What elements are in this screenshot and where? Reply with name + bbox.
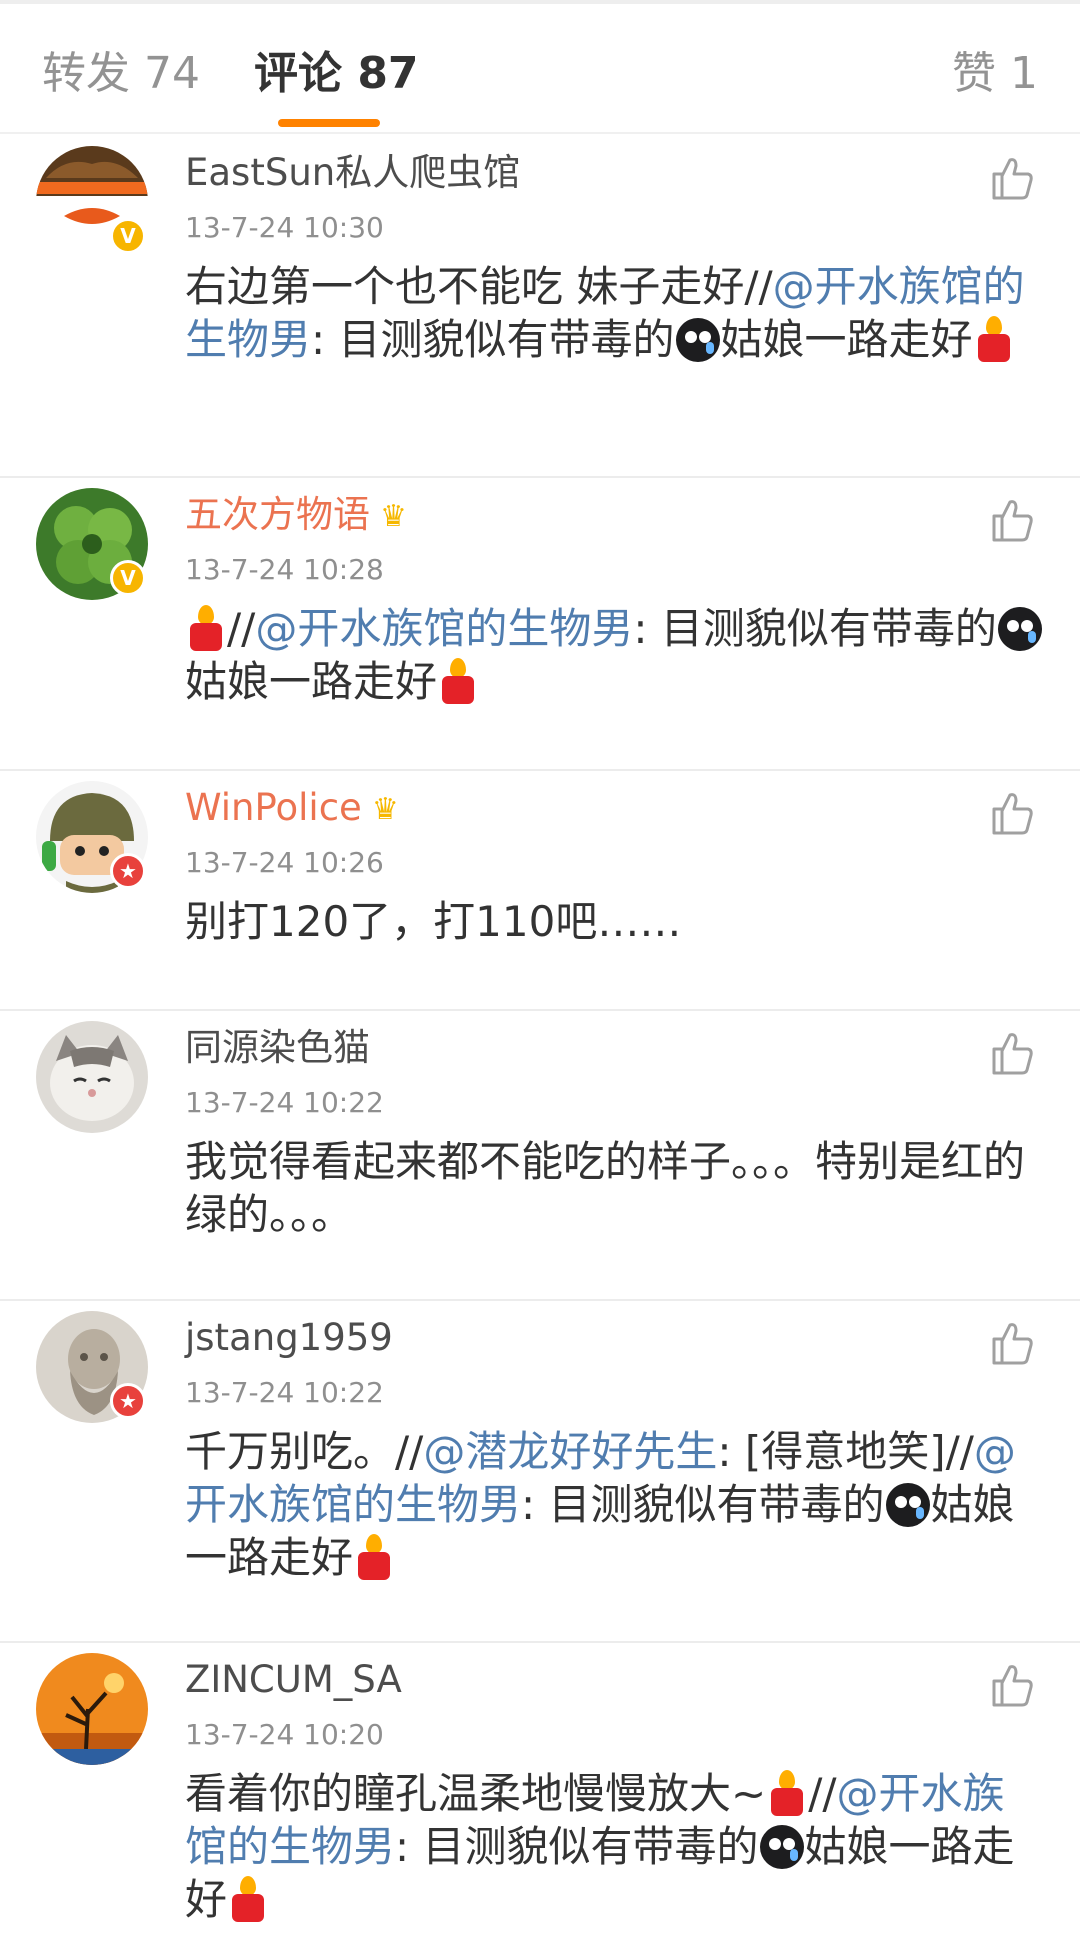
- comment-text: 别打120了，打110吧……: [185, 895, 1043, 948]
- comment-text: 我觉得看起来都不能吃的样子。。。特别是红的绿的。。。: [185, 1135, 1043, 1241]
- commenter-name[interactable]: ZINCUM_SA: [185, 1657, 402, 1703]
- comment-item: 同源染色猫 13-7-24 10:22 我觉得看起来都不能吃的样子。。。特别是红…: [0, 1011, 1080, 1301]
- comment-list: V EastSun私人爬虫馆 13-7-24 10:30 右边第一个也不能吃 妹…: [0, 136, 1080, 1938]
- avatar[interactable]: [36, 1021, 148, 1133]
- comment-time: 13-7-24 10:28: [185, 553, 384, 586]
- candle-icon: [186, 605, 226, 651]
- commenter-name-text: 五次方物语: [185, 493, 370, 536]
- thumbs-up-icon[interactable]: [988, 154, 1036, 202]
- crown-icon: ♛: [380, 498, 407, 534]
- comment-text-run: : 目测貌似有带毒的: [395, 1822, 759, 1871]
- thumbs-up-icon[interactable]: [988, 789, 1036, 837]
- comment-time: 13-7-24 10:26: [185, 846, 384, 879]
- comment-text-run: : [得意地笑]//: [717, 1427, 974, 1476]
- crying-face-icon: [885, 1483, 930, 1527]
- comment-item: ★ WinPolice ♛ 13-7-24 10:26 别打120了，打110吧……: [0, 771, 1080, 1011]
- tab-forward[interactable]: 转发 74: [42, 46, 200, 102]
- tab-comments[interactable]: 评论 87: [254, 46, 419, 102]
- red-badge-icon: ★: [110, 853, 146, 889]
- comment-text-run: : 目测貌似有带毒的: [311, 315, 675, 364]
- verified-badge-icon: V: [110, 560, 146, 596]
- thumbs-up-icon[interactable]: [988, 496, 1036, 544]
- candle-icon: [228, 1876, 268, 1922]
- comment-text: 千万别吃。//@潜龙好好先生: [得意地笑]//@开水族馆的生物男: 目测貌似有…: [185, 1425, 1043, 1584]
- candle-icon: [767, 1770, 807, 1816]
- comment-text-run: //: [227, 604, 256, 653]
- candle-icon: [438, 658, 478, 704]
- thumbs-up-icon[interactable]: [988, 1029, 1036, 1077]
- comment-text-run: 别打120了，打110吧……: [185, 897, 682, 946]
- commenter-name[interactable]: EastSun私人爬虫馆: [185, 150, 520, 196]
- red-badge-icon: ★: [110, 1383, 146, 1419]
- tab-likes[interactable]: 赞 1: [952, 46, 1038, 102]
- comment-time: 13-7-24 10:30: [185, 211, 384, 244]
- comment-time: 13-7-24 10:22: [185, 1376, 384, 1409]
- commenter-name-text: WinPolice: [185, 786, 362, 829]
- comment-text-run: 姑娘一路走好: [185, 657, 438, 706]
- comment-text-run: 千万别吃。//: [185, 1427, 424, 1476]
- comment-text-run: 看着你的瞳孔温柔地慢慢放大~: [185, 1769, 767, 1818]
- comment-text-run: 右边第一个也不能吃 妹子走好//: [185, 262, 773, 311]
- verified-badge-icon: V: [110, 218, 146, 254]
- comment-text: 看着你的瞳孔温柔地慢慢放大~//@开水族馆的生物男: 目测貌似有带毒的 姑娘一路走…: [185, 1767, 1043, 1926]
- thumbs-up-icon[interactable]: [988, 1319, 1036, 1367]
- comment-item: ★ jstang1959 13-7-24 10:22 千万别吃。//@潜龙好好先…: [0, 1301, 1080, 1643]
- comment-text: //@开水族馆的生物男: 目测貌似有带毒的姑娘一路走好: [185, 602, 1043, 708]
- comment-time: 13-7-24 10:20: [185, 1718, 384, 1751]
- comment-text-run: 姑娘一路走好: [720, 315, 973, 364]
- comment-item: V EastSun私人爬虫馆 13-7-24 10:30 右边第一个也不能吃 妹…: [0, 136, 1080, 478]
- comment-text: 右边第一个也不能吃 妹子走好//@开水族馆的生物男: 目测貌似有带毒的 姑娘一路走…: [185, 260, 1043, 366]
- comment-text-run: //: [808, 1769, 837, 1818]
- thumbs-up-icon[interactable]: [988, 1661, 1036, 1709]
- comment-item: V 五次方物语 ♛ 13-7-24 10:28 //@开水族馆的生物男: 目测貌似…: [0, 478, 1080, 771]
- comment-text-run: 我觉得看起来都不能吃的样子。。。特别是红的绿的。。。: [185, 1137, 1026, 1239]
- tab-bar: 转发 74 评论 87 赞 1: [0, 4, 1080, 134]
- avatar[interactable]: [36, 1653, 148, 1765]
- candle-icon: [974, 316, 1014, 362]
- commenter-name[interactable]: WinPolice ♛: [185, 785, 399, 833]
- comment-time: 13-7-24 10:22: [185, 1086, 384, 1119]
- commenter-name[interactable]: 五次方物语 ♛: [185, 492, 407, 540]
- comment-item: ZINCUM_SA 13-7-24 10:20 看着你的瞳孔温柔地慢慢放大~ //…: [0, 1643, 1080, 1938]
- crying-face-icon: [997, 607, 1042, 651]
- candle-icon: [354, 1534, 394, 1580]
- mention-link[interactable]: @开水族馆的生物男: [255, 604, 633, 653]
- active-tab-indicator: [278, 119, 380, 127]
- comment-text-run: : 目测貌似有带毒的: [633, 604, 997, 653]
- crying-face-icon: [675, 318, 720, 362]
- commenter-name[interactable]: 同源染色猫: [185, 1025, 370, 1071]
- mention-link[interactable]: @潜龙好好先生: [423, 1427, 717, 1476]
- crown-icon: ♛: [371, 791, 399, 827]
- crying-face-icon: [759, 1825, 804, 1869]
- commenter-name[interactable]: jstang1959: [185, 1315, 393, 1361]
- comment-text-run: : 目测貌似有带毒的: [521, 1480, 885, 1529]
